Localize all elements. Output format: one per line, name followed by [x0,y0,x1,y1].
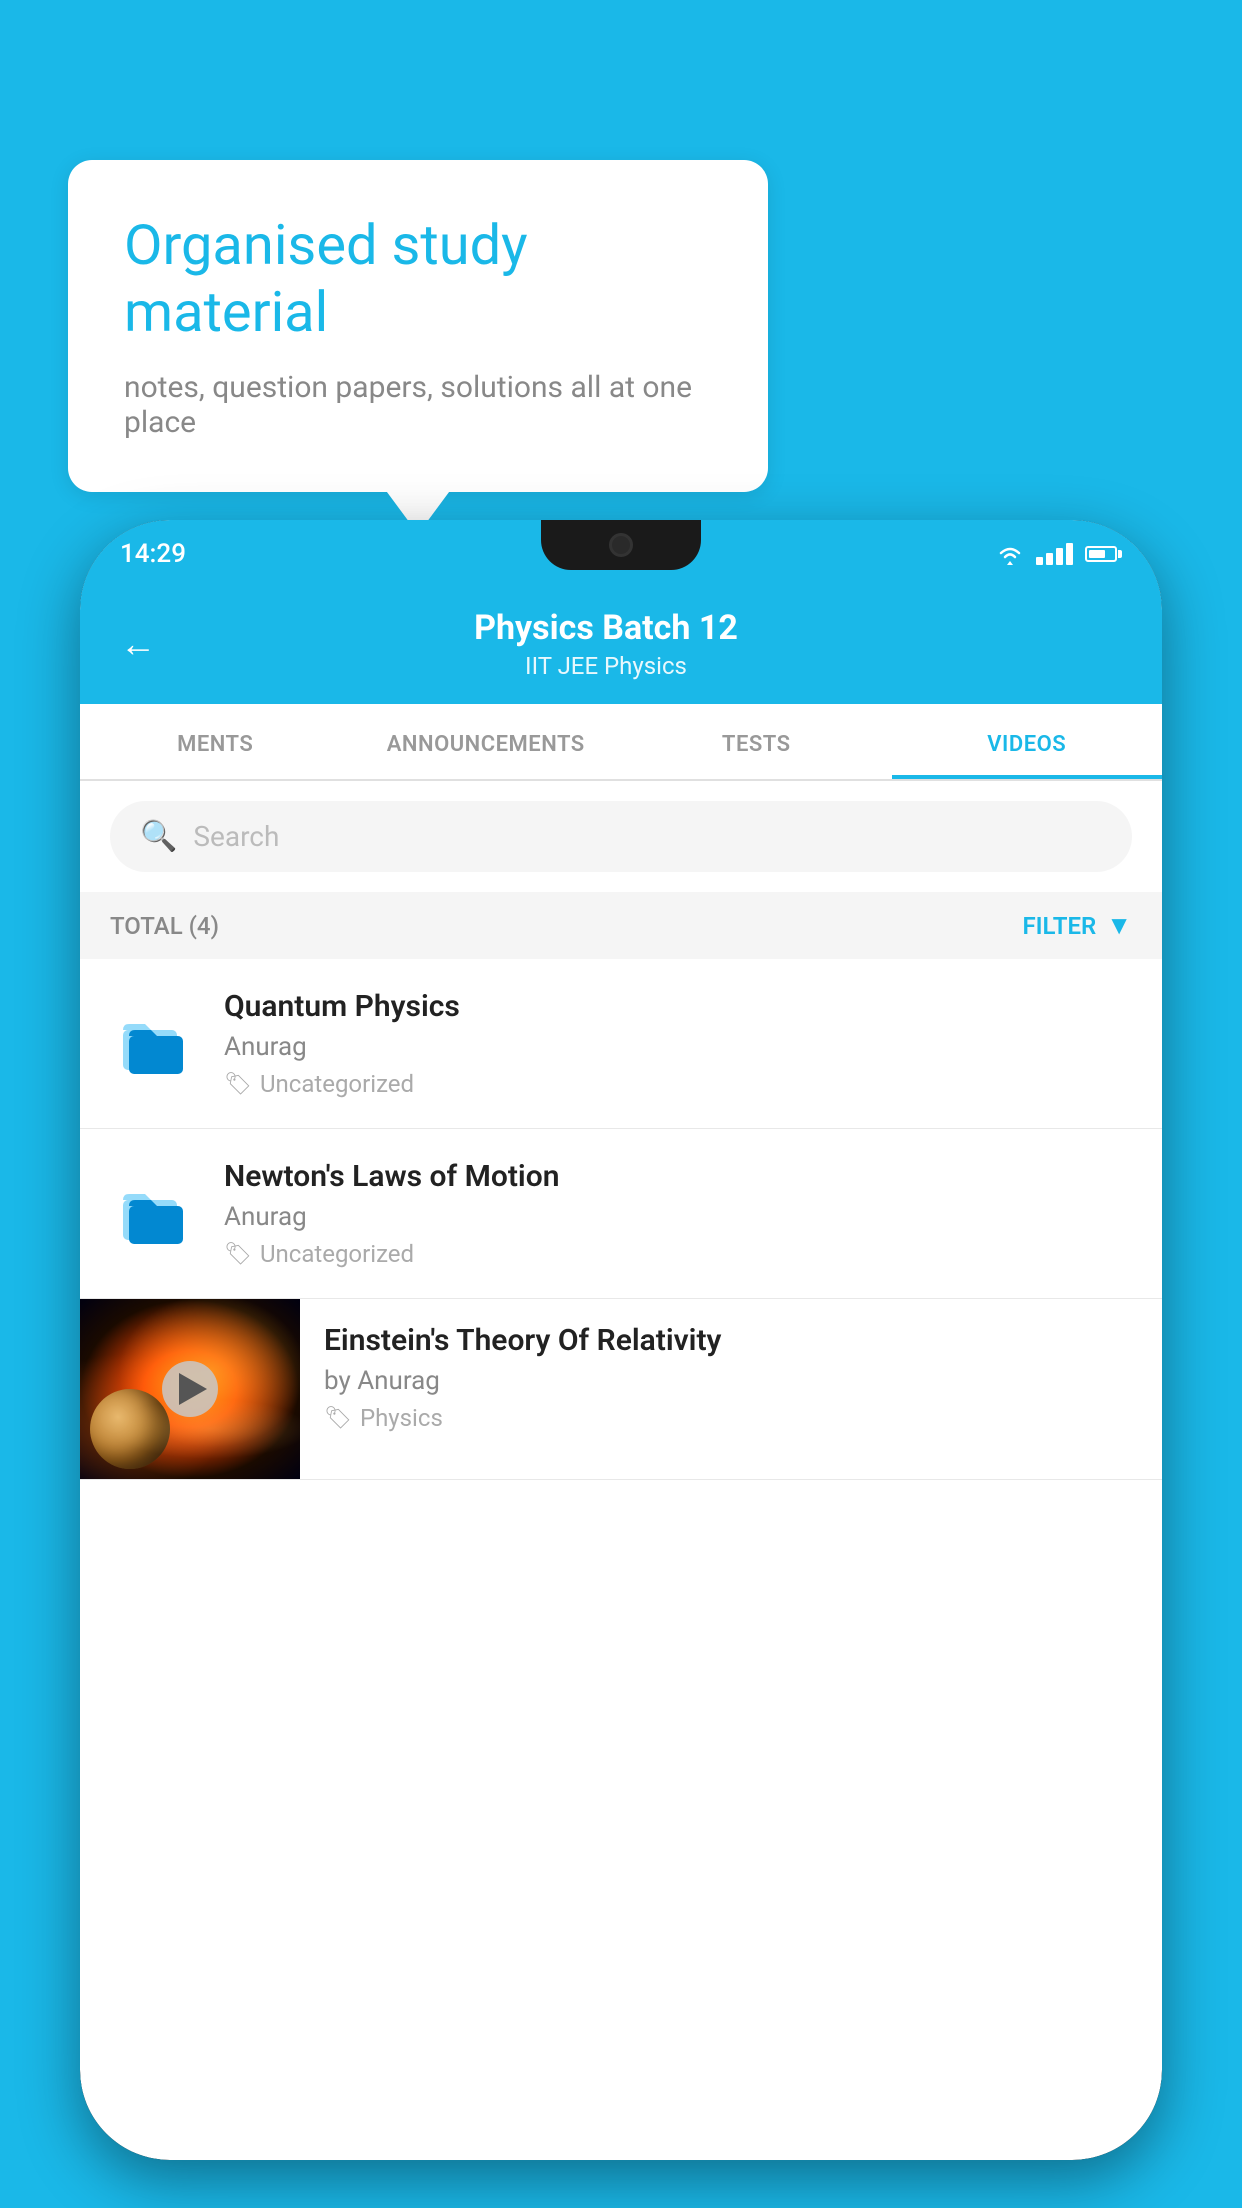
item-icon-container [110,1169,200,1259]
item-content: Quantum Physics Anurag 🏷 Uncategorized [224,989,1132,1098]
item-title: Einstein's Theory Of Relativity [324,1323,1138,1358]
status-icons [996,543,1122,565]
item-tag: 🏷 Physics [324,1404,1138,1432]
list-item[interactable]: Newton's Laws of Motion Anurag 🏷 Uncateg… [80,1129,1162,1299]
camera-lens [609,533,633,557]
header-subtitle: IIT JEE Physics [186,652,1026,680]
header-center: Physics Batch 12 IIT JEE Physics [186,608,1026,680]
item-content: Einstein's Theory Of Relativity by Anura… [300,1299,1162,1432]
battery-icon [1085,546,1122,562]
search-bar[interactable]: 🔍 Search [110,801,1132,872]
item-tag: 🏷 Uncategorized [224,1240,1132,1268]
item-author: Anurag [224,1202,1132,1232]
list-item-with-thumb[interactable]: Einstein's Theory Of Relativity by Anura… [80,1299,1162,1480]
tag-label: Uncategorized [260,1240,414,1268]
speech-bubble-container: Organised study material notes, question… [68,160,768,492]
tabs-container: MENTS ANNOUNCEMENTS TESTS VIDEOS [80,704,1162,781]
search-icon: 🔍 [140,819,177,854]
tag-icon: 🏷 [224,1072,252,1097]
search-container: 🔍 Search [80,781,1162,892]
header-title: Physics Batch 12 [186,608,1026,648]
item-author: Anurag [224,1032,1132,1062]
item-content: Newton's Laws of Motion Anurag 🏷 Uncateg… [224,1159,1132,1268]
tag-icon: 🏷 [224,1242,252,1267]
search-placeholder: Search [193,820,279,853]
total-count-label: TOTAL (4) [110,912,219,940]
status-bar: 14:29 [80,520,1162,588]
wifi-icon [996,543,1024,565]
status-time: 14:29 [120,539,186,569]
play-button[interactable] [162,1361,218,1417]
signal-bar-4 [1066,543,1073,565]
video-list: Quantum Physics Anurag 🏷 Uncategorized [80,959,1162,1480]
tag-label: Uncategorized [260,1070,414,1098]
filter-label: FILTER [1022,912,1096,940]
phone-screen: 14:29 [80,520,1162,2160]
item-icon-container [110,999,200,1089]
battery-fill [1089,550,1105,558]
folder-icon [119,1008,191,1080]
item-title: Quantum Physics [224,989,1132,1024]
battery-tip [1118,550,1122,558]
signal-bar-1 [1036,557,1043,565]
tab-videos[interactable]: VIDEOS [892,704,1163,779]
signal-bar-2 [1046,553,1053,565]
back-button[interactable]: ← [120,623,156,665]
tab-ments[interactable]: MENTS [80,704,351,779]
list-item[interactable]: Quantum Physics Anurag 🏷 Uncategorized [80,959,1162,1129]
play-triangle-icon [179,1373,207,1405]
phone-frame: 14:29 [80,520,1162,2160]
filter-funnel-icon: ▼ [1106,910,1132,941]
tab-announcements[interactable]: ANNOUNCEMENTS [351,704,622,779]
item-author: by Anurag [324,1366,1138,1396]
tag-label: Physics [360,1404,443,1432]
speech-bubble-title: Organised study material [124,212,712,346]
signal-bar-3 [1056,548,1063,565]
phone-notch [541,520,701,570]
video-thumbnail [80,1299,300,1479]
item-tag: 🏷 Uncategorized [224,1070,1132,1098]
tag-icon: 🏷 [324,1406,352,1431]
folder-icon [119,1178,191,1250]
battery-body [1085,546,1117,562]
speech-bubble-subtitle: notes, question papers, solutions all at… [124,370,712,440]
signal-bars-icon [1036,543,1073,565]
app-header: ← Physics Batch 12 IIT JEE Physics [80,588,1162,704]
filter-row: TOTAL (4) FILTER ▼ [80,892,1162,959]
speech-bubble: Organised study material notes, question… [68,160,768,492]
tab-tests[interactable]: TESTS [621,704,892,779]
filter-button[interactable]: FILTER ▼ [1022,910,1132,941]
item-title: Newton's Laws of Motion [224,1159,1132,1194]
